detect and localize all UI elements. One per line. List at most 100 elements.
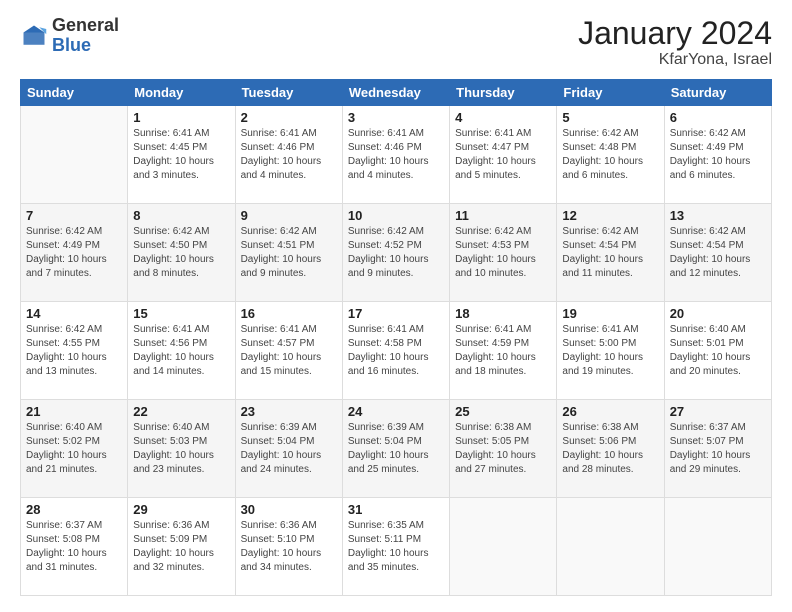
- table-row: 20Sunrise: 6:40 AM Sunset: 5:01 PM Dayli…: [664, 302, 771, 400]
- day-info: Sunrise: 6:42 AM Sunset: 4:49 PM Dayligh…: [670, 127, 766, 183]
- day-info: Sunrise: 6:42 AM Sunset: 4:54 PM Dayligh…: [562, 225, 658, 281]
- day-number: 6: [670, 110, 766, 125]
- day-info: Sunrise: 6:39 AM Sunset: 5:04 PM Dayligh…: [348, 421, 444, 477]
- day-info: Sunrise: 6:41 AM Sunset: 4:46 PM Dayligh…: [348, 127, 444, 183]
- table-row: 10 Sunrise: 6:42 AM Sunset: 4:52 PM Dayli…: [342, 204, 449, 302]
- day-info: Sunrise: 6:42 AM Sunset: 4:48 PM Dayligh…: [562, 127, 658, 183]
- day-number: 26: [562, 404, 658, 419]
- table-row: [664, 498, 771, 596]
- day-number: 12: [562, 208, 658, 223]
- table-row: 27Sunrise: 6:37 AM Sunset: 5:07 PM Dayli…: [664, 400, 771, 498]
- table-row: 21 Sunrise: 6:40 AM Sunset: 5:02 PM Dayli…: [21, 400, 128, 498]
- day-number: 14: [26, 306, 122, 321]
- day-info: Sunrise: 6:40 AM Sunset: 5:03 PM Dayligh…: [133, 421, 229, 477]
- table-row: 14Sunrise: 6:42 AM Sunset: 4:55 PM Dayli…: [21, 302, 128, 400]
- table-row: 2Sunrise: 6:41 AM Sunset: 4:46 PM Daylig…: [235, 106, 342, 204]
- day-number: 31: [348, 502, 444, 517]
- month-title: January 2024: [578, 16, 772, 51]
- title-block: January 2024 KfarYona, Israel: [578, 16, 772, 69]
- location-title: KfarYona, Israel: [578, 51, 772, 69]
- col-monday: Monday: [128, 80, 235, 106]
- table-row: 8Sunrise: 6:42 AM Sunset: 4:50 PM Daylig…: [128, 204, 235, 302]
- day-info: Sunrise: 6:38 AM Sunset: 5:06 PM Dayligh…: [562, 421, 658, 477]
- day-info: Sunrise: 6:41 AM Sunset: 4:47 PM Dayligh…: [455, 127, 551, 183]
- day-info: Sunrise: 6:36 AM Sunset: 5:09 PM Dayligh…: [133, 519, 229, 575]
- day-number: 11: [455, 208, 551, 223]
- day-number: 15: [133, 306, 229, 321]
- table-row: 13 Sunrise: 6:42 AM Sunset: 4:54 PM Dayli…: [664, 204, 771, 302]
- day-info: Sunrise: 6:42 AM Sunset: 4:51 PM Dayligh…: [241, 225, 337, 281]
- day-number: 4: [455, 110, 551, 125]
- calendar-week-row: 28Sunrise: 6:37 AM Sunset: 5:08 PM Dayli…: [21, 498, 772, 596]
- col-thursday: Thursday: [450, 80, 557, 106]
- day-number: 27: [670, 404, 766, 419]
- table-row: 1Sunrise: 6:41 AM Sunset: 4:45 PM Daylig…: [128, 106, 235, 204]
- day-info: Sunrise: 6:41 AM Sunset: 4:56 PM Dayligh…: [133, 323, 229, 379]
- day-number: 5: [562, 110, 658, 125]
- table-row: 12 Sunrise: 6:42 AM Sunset: 4:54 PM Dayli…: [557, 204, 664, 302]
- table-row: 6 Sunrise: 6:42 AM Sunset: 4:49 PM Daylig…: [664, 106, 771, 204]
- day-info: Sunrise: 6:36 AM Sunset: 5:10 PM Dayligh…: [241, 519, 337, 575]
- table-row: 22 Sunrise: 6:40 AM Sunset: 5:03 PM Dayli…: [128, 400, 235, 498]
- col-sunday: Sunday: [21, 80, 128, 106]
- table-row: 3 Sunrise: 6:41 AM Sunset: 4:46 PM Daylig…: [342, 106, 449, 204]
- table-row: 31 Sunrise: 6:35 AM Sunset: 5:11 PM Dayli…: [342, 498, 449, 596]
- table-row: 28Sunrise: 6:37 AM Sunset: 5:08 PM Dayli…: [21, 498, 128, 596]
- day-number: 9: [241, 208, 337, 223]
- day-number: 25: [455, 404, 551, 419]
- logo: General Blue: [20, 16, 119, 56]
- table-row: 29 Sunrise: 6:36 AM Sunset: 5:09 PM Dayli…: [128, 498, 235, 596]
- day-number: 20: [670, 306, 766, 321]
- day-number: 23: [241, 404, 337, 419]
- day-number: 21: [26, 404, 122, 419]
- day-number: 7: [26, 208, 122, 223]
- day-info: Sunrise: 6:41 AM Sunset: 4:45 PM Dayligh…: [133, 127, 229, 183]
- table-row: 26 Sunrise: 6:38 AM Sunset: 5:06 PM Dayli…: [557, 400, 664, 498]
- day-info: Sunrise: 6:42 AM Sunset: 4:54 PM Dayligh…: [670, 225, 766, 281]
- table-row: [450, 498, 557, 596]
- day-info: Sunrise: 6:35 AM Sunset: 5:11 PM Dayligh…: [348, 519, 444, 575]
- calendar-table: Sunday Monday Tuesday Wednesday Thursday…: [20, 79, 772, 596]
- col-tuesday: Tuesday: [235, 80, 342, 106]
- col-friday: Friday: [557, 80, 664, 106]
- page: General Blue January 2024 KfarYona, Isra…: [0, 0, 792, 612]
- calendar-week-row: 14Sunrise: 6:42 AM Sunset: 4:55 PM Dayli…: [21, 302, 772, 400]
- header: General Blue January 2024 KfarYona, Isra…: [20, 16, 772, 69]
- day-info: Sunrise: 6:41 AM Sunset: 4:46 PM Dayligh…: [241, 127, 337, 183]
- col-saturday: Saturday: [664, 80, 771, 106]
- day-info: Sunrise: 6:41 AM Sunset: 5:00 PM Dayligh…: [562, 323, 658, 379]
- day-number: 13: [670, 208, 766, 223]
- day-number: 16: [241, 306, 337, 321]
- logo-icon: [20, 22, 48, 50]
- table-row: 23 Sunrise: 6:39 AM Sunset: 5:04 PM Dayli…: [235, 400, 342, 498]
- day-info: Sunrise: 6:41 AM Sunset: 4:58 PM Dayligh…: [348, 323, 444, 379]
- table-row: 18Sunrise: 6:41 AM Sunset: 4:59 PM Dayli…: [450, 302, 557, 400]
- table-row: 30 Sunrise: 6:36 AM Sunset: 5:10 PM Dayli…: [235, 498, 342, 596]
- table-row: 15 Sunrise: 6:41 AM Sunset: 4:56 PM Dayli…: [128, 302, 235, 400]
- day-number: 10: [348, 208, 444, 223]
- day-info: Sunrise: 6:42 AM Sunset: 4:53 PM Dayligh…: [455, 225, 551, 281]
- day-info: Sunrise: 6:42 AM Sunset: 4:52 PM Dayligh…: [348, 225, 444, 281]
- col-wednesday: Wednesday: [342, 80, 449, 106]
- calendar-week-row: 1Sunrise: 6:41 AM Sunset: 4:45 PM Daylig…: [21, 106, 772, 204]
- table-row: 9 Sunrise: 6:42 AM Sunset: 4:51 PM Daylig…: [235, 204, 342, 302]
- day-number: 29: [133, 502, 229, 517]
- table-row: 24 Sunrise: 6:39 AM Sunset: 5:04 PM Dayli…: [342, 400, 449, 498]
- calendar-week-row: 21 Sunrise: 6:40 AM Sunset: 5:02 PM Dayli…: [21, 400, 772, 498]
- calendar-header-row: Sunday Monday Tuesday Wednesday Thursday…: [21, 80, 772, 106]
- day-info: Sunrise: 6:41 AM Sunset: 4:59 PM Dayligh…: [455, 323, 551, 379]
- table-row: 16Sunrise: 6:41 AM Sunset: 4:57 PM Dayli…: [235, 302, 342, 400]
- day-number: 19: [562, 306, 658, 321]
- day-number: 22: [133, 404, 229, 419]
- calendar-week-row: 7Sunrise: 6:42 AM Sunset: 4:49 PM Daylig…: [21, 204, 772, 302]
- table-row: [21, 106, 128, 204]
- day-number: 3: [348, 110, 444, 125]
- day-number: 24: [348, 404, 444, 419]
- table-row: 4 Sunrise: 6:41 AM Sunset: 4:47 PM Daylig…: [450, 106, 557, 204]
- day-info: Sunrise: 6:38 AM Sunset: 5:05 PM Dayligh…: [455, 421, 551, 477]
- day-info: Sunrise: 6:40 AM Sunset: 5:02 PM Dayligh…: [26, 421, 122, 477]
- table-row: 5 Sunrise: 6:42 AM Sunset: 4:48 PM Daylig…: [557, 106, 664, 204]
- day-info: Sunrise: 6:39 AM Sunset: 5:04 PM Dayligh…: [241, 421, 337, 477]
- table-row: 25 Sunrise: 6:38 AM Sunset: 5:05 PM Dayli…: [450, 400, 557, 498]
- day-number: 30: [241, 502, 337, 517]
